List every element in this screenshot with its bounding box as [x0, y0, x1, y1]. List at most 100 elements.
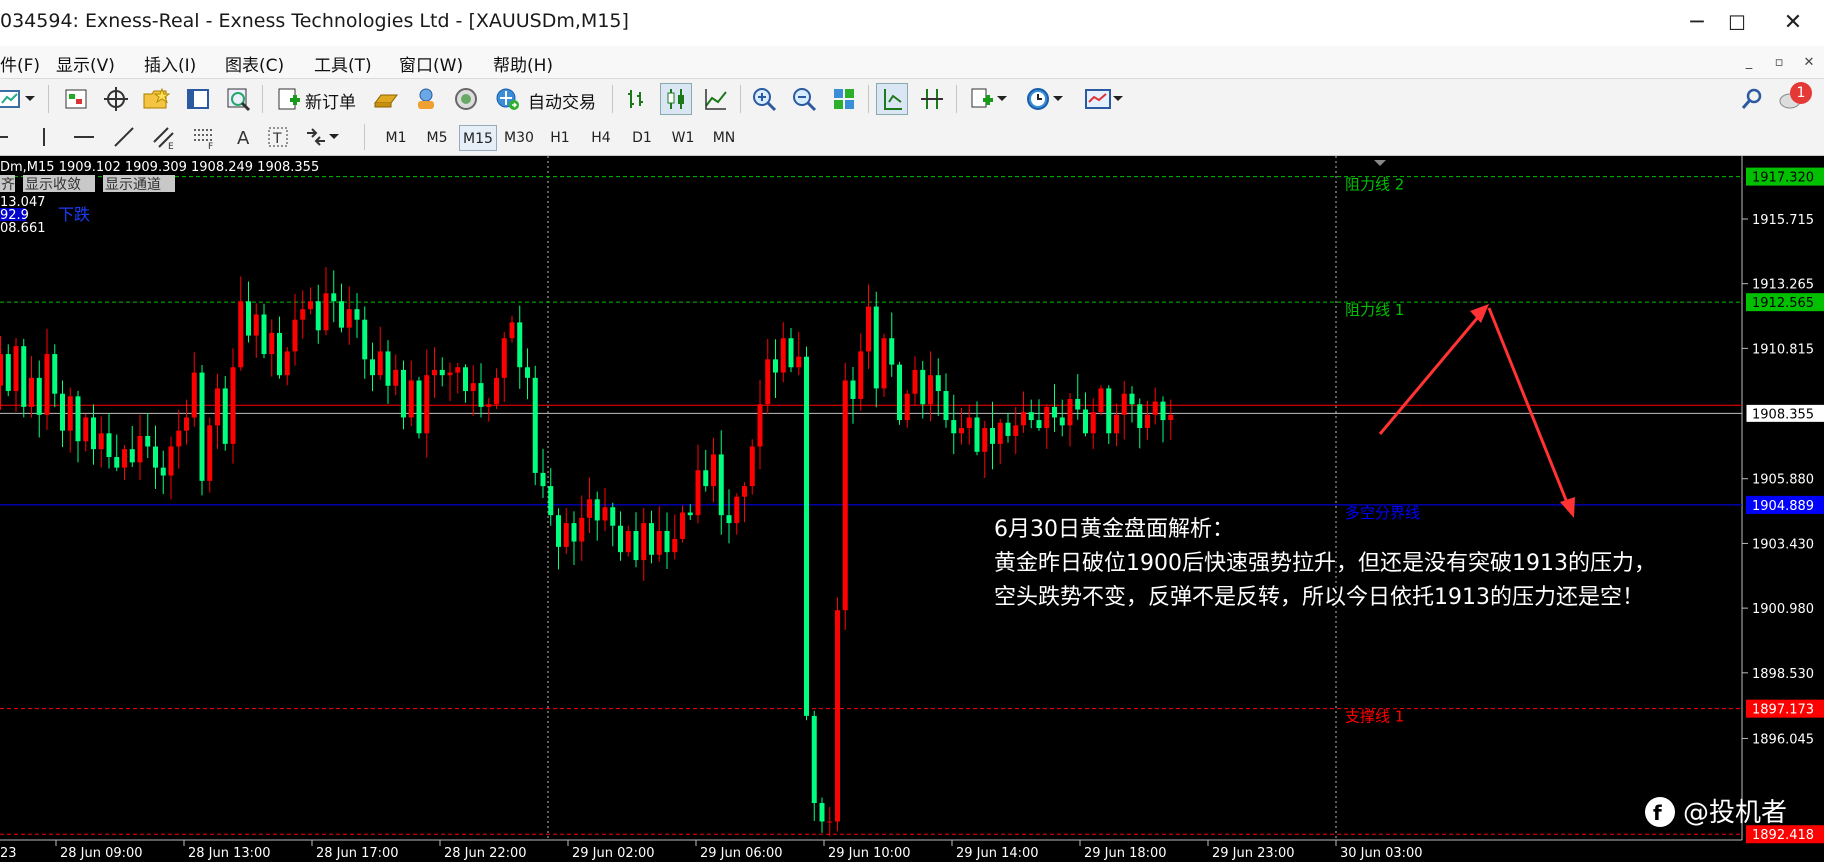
candle-body: [1005, 422, 1011, 436]
candle-body: [191, 372, 197, 418]
price-tick-label: 1913.265: [1752, 278, 1814, 293]
chevron-down-icon[interactable]: [1110, 83, 1126, 115]
time-tick-label: 30 Jun 03:00: [1340, 846, 1423, 861]
chevron-down-icon[interactable]: [994, 83, 1010, 115]
mdi-minimize-button[interactable]: _: [1738, 52, 1760, 74]
candle-body: [548, 486, 554, 516]
maximize-button[interactable]: ☐: [1722, 8, 1752, 38]
horizontal-line-icon[interactable]: [68, 121, 100, 153]
candle-body: [773, 359, 778, 373]
candle-body: [91, 417, 96, 450]
menu-chart[interactable]: 图表(C): [225, 51, 284, 76]
close-button[interactable]: ✕: [1778, 8, 1808, 38]
timeframe-m1[interactable]: M1: [377, 125, 415, 151]
market-icon[interactable]: [450, 83, 482, 115]
candle-body: [207, 425, 213, 481]
new-order-icon[interactable]: [272, 83, 304, 115]
trendline-icon[interactable]: [108, 121, 140, 153]
weibo-logo-letter: f: [1653, 801, 1662, 825]
candle-body: [935, 375, 941, 392]
chevron-down-icon[interactable]: [1050, 83, 1066, 115]
chart-shift-icon[interactable]: [916, 83, 948, 115]
auto-scroll-icon[interactable]: [876, 83, 908, 115]
terminal-icon[interactable]: [182, 83, 214, 115]
candle-body: [323, 293, 329, 331]
mdi-restore-button[interactable]: ▫: [1768, 52, 1790, 74]
candle-body: [455, 367, 461, 373]
candle-body: [494, 377, 499, 405]
market-watch-icon[interactable]: [60, 83, 92, 115]
autotrade-label[interactable]: 自动交易: [528, 88, 596, 113]
candle-body: [525, 367, 530, 378]
menu-tools[interactable]: 工具(T): [314, 51, 372, 76]
candlestick-chart-icon[interactable]: [660, 83, 692, 115]
analysis-line-1: 黄金昨日破位1900后快速强势拉升，但还是没有突破1913的压力，: [994, 551, 1656, 576]
candle-body: [1059, 417, 1065, 426]
zoom-out-icon[interactable]: [788, 83, 820, 115]
search-icon[interactable]: [1736, 83, 1768, 115]
level-price-value: 1892.418: [1752, 828, 1814, 843]
minimize-button[interactable]: ─: [1682, 8, 1712, 38]
fibonacci-icon[interactable]: F: [188, 121, 220, 153]
candle-body: [36, 377, 42, 415]
timeframe-m15[interactable]: M15: [459, 125, 497, 151]
candle-body: [842, 380, 848, 611]
cursor-icon[interactable]: [0, 121, 22, 153]
candle-body: [145, 435, 151, 447]
candle-body: [1137, 404, 1143, 429]
menu-insert[interactable]: 插入(I): [144, 51, 196, 76]
mdi-close-button[interactable]: ✕: [1798, 52, 1820, 74]
candle-body: [904, 393, 910, 421]
candle-body: [432, 369, 437, 376]
chart-plot-area[interactable]: [0, 156, 1742, 862]
candle-body: [75, 396, 81, 442]
menu-window[interactable]: 窗口(W): [399, 51, 463, 76]
bar-chart-icon[interactable]: [620, 83, 652, 115]
candle-body: [726, 515, 732, 524]
candle-body: [672, 538, 678, 553]
level-label: 阻力线 2: [1345, 176, 1404, 194]
candle-body: [1145, 414, 1150, 429]
timeframe-h1[interactable]: H1: [541, 125, 579, 151]
level-price-value: 1897.173: [1752, 703, 1814, 718]
chart-window[interactable]: 阻力线 2 1917.320 阻力线 1 1912.565 多空分界线 1904.889 支…: [0, 156, 1829, 862]
text-icon[interactable]: A: [228, 121, 260, 153]
strategy-tester-icon[interactable]: [222, 83, 254, 115]
price-tick-label: 1898.530: [1752, 667, 1814, 682]
line-chart-icon[interactable]: [700, 83, 732, 115]
signals-icon[interactable]: [410, 83, 442, 115]
timeframe-m30[interactable]: M30: [500, 125, 538, 151]
text-label-icon[interactable]: T: [262, 121, 294, 153]
gold-bars-icon[interactable]: [370, 83, 402, 115]
candle-body: [122, 449, 127, 468]
vertical-line-icon[interactable]: [28, 121, 60, 153]
chevron-down-icon[interactable]: [22, 83, 38, 115]
candle-body: [215, 388, 220, 426]
tile-windows-icon[interactable]: [828, 83, 860, 115]
candle-body: [1052, 406, 1057, 418]
new-order-label[interactable]: 新订单: [305, 88, 356, 113]
candle-body: [618, 525, 623, 553]
timeframe-mn[interactable]: MN: [705, 125, 743, 151]
timeframe-h4[interactable]: H4: [582, 125, 620, 151]
timeframe-m5[interactable]: M5: [418, 125, 456, 151]
menu-file[interactable]: 件(F): [0, 51, 40, 76]
timeframe-d1[interactable]: D1: [623, 125, 661, 151]
navigator-icon[interactable]: [140, 83, 172, 115]
price-chart[interactable]: 阻力线 2 1917.320 阻力线 1 1912.565 多空分界线 1904.889 支…: [0, 156, 1829, 862]
autotrade-icon[interactable]: [492, 83, 524, 115]
candle-body: [656, 531, 662, 555]
chevron-down-icon[interactable]: [326, 121, 342, 153]
candle-body: [463, 367, 468, 392]
candle-body: [393, 369, 399, 386]
candle-body: [370, 359, 375, 376]
menu-view[interactable]: 显示(V): [56, 51, 115, 76]
crosshair-icon[interactable]: [100, 83, 132, 115]
zoom-in-icon[interactable]: [748, 83, 780, 115]
timeframe-w1[interactable]: W1: [664, 125, 702, 151]
notification-badge[interactable]: 1: [1790, 82, 1812, 104]
candle-body: [897, 364, 902, 421]
equidistant-channel-icon[interactable]: E: [148, 121, 180, 153]
menu-help[interactable]: 帮助(H): [493, 51, 553, 76]
candle-body: [5, 354, 11, 392]
